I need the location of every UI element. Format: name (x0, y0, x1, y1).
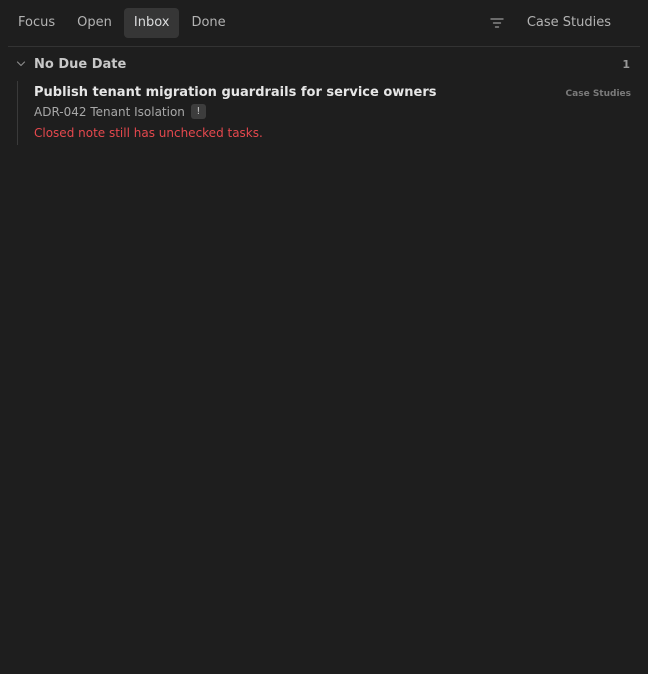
tab-focus[interactable]: Focus (8, 8, 65, 38)
view-tabs: Focus Open Inbox Done (8, 8, 238, 38)
filter-icon (490, 18, 504, 28)
toolbar-divider (8, 46, 640, 47)
chevron-down-icon[interactable] (14, 57, 28, 71)
group-title: No Due Date (34, 56, 127, 72)
toolbar: Focus Open Inbox Done Case Studies (8, 8, 640, 38)
tab-inbox[interactable]: Inbox (123, 8, 180, 38)
task-source-label: Case Studies (565, 89, 631, 99)
group-count: 1 (622, 57, 630, 71)
task-meta: ADR-042 Tenant Isolation ! (34, 103, 206, 120)
task-warning: Closed note still has unchecked tasks. (34, 126, 263, 140)
task-item[interactable]: Publish tenant migration guardrails for … (17, 81, 631, 145)
task-title[interactable]: Publish tenant migration guardrails for … (34, 85, 437, 100)
task-note-link[interactable]: ADR-042 Tenant Isolation (34, 105, 185, 119)
source-select[interactable]: Case Studies (520, 8, 640, 38)
tab-open[interactable]: Open (67, 8, 122, 38)
group-header-no-due-date[interactable]: No Due Date 1 (8, 54, 630, 74)
priority-flag-badge: ! (190, 104, 206, 119)
tab-done[interactable]: Done (181, 8, 235, 38)
toolbar-right: Case Studies (486, 8, 640, 38)
filter-button[interactable] (486, 12, 508, 34)
